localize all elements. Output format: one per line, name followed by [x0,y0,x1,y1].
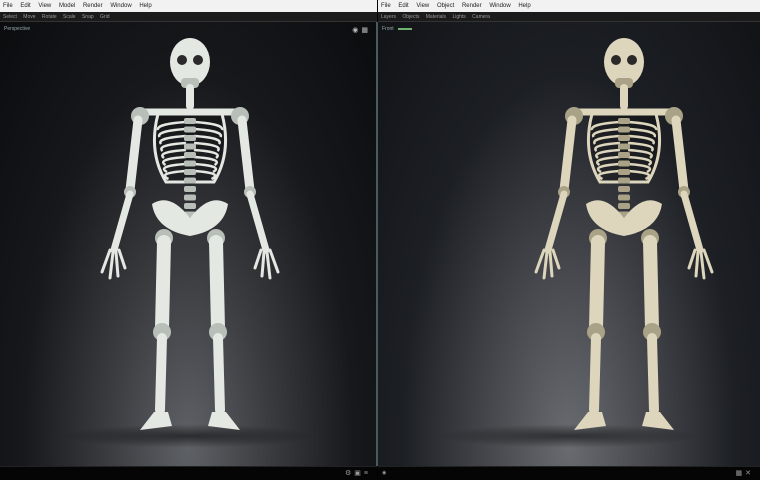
left-tool-scale[interactable]: Scale [63,14,76,20]
right-right-foot [642,412,674,430]
right-right-tibia [647,333,659,415]
right-menu-object[interactable]: Object [437,3,454,9]
right-tool-camera[interactable]: Camera [472,14,490,20]
right-info-icon[interactable]: ◉ [382,470,386,476]
right-menu-view[interactable]: View [416,3,429,9]
left-menu-help[interactable]: Help [139,3,151,9]
right-left-hand [534,248,561,280]
right-skeleton-model[interactable] [378,22,760,466]
right-menu-render[interactable]: Render [462,3,482,9]
left-vertebra-5 [184,160,196,167]
right-tool-objects[interactable]: Objects [402,14,419,20]
right-vertebra-3 [618,143,630,150]
right-left-eye-socket [611,55,621,65]
right-left-foot [574,412,606,430]
left-menu-icon[interactable]: ≡ [364,470,371,477]
left-vertebra-7 [184,177,196,184]
left-vertebra-0 [184,118,196,124]
left-app-window: File Edit View Model Render Window Help … [0,0,377,480]
left-menu-file[interactable]: File [3,3,13,9]
right-status-icons: ▦✕ [736,467,755,480]
left-right-eye-socket [193,55,203,65]
left-menu-window[interactable]: Window [110,3,131,9]
left-vertebra-2 [184,135,196,141]
right-vertebra-2 [618,135,630,141]
right-vertebra-4 [618,152,630,158]
right-menu-window[interactable]: Window [489,3,510,9]
left-tool-select[interactable]: Select [3,14,17,20]
right-menu-edit[interactable]: Edit [398,3,408,9]
left-vertebra-9 [184,194,196,201]
right-close-icon[interactable]: ✕ [745,470,754,477]
right-tool-lights[interactable]: Lights [452,14,465,20]
right-left-humerus [559,115,577,195]
left-status-icons: ⚙▣≡ [345,467,371,480]
left-vertebra-1 [184,126,196,133]
right-right-eye-socket [627,55,637,65]
right-vertebra-1 [618,126,630,133]
right-menu-help[interactable]: Help [518,3,530,9]
left-3d-viewport[interactable]: Perspective ◉▦ [0,22,377,466]
left-left-femur [155,235,171,335]
left-vertebra-10 [184,203,196,209]
right-grid-icon[interactable]: ▦ [736,470,746,477]
left-vertebra-4 [184,152,196,158]
right-right-hand [687,248,714,280]
left-left-forearm [110,190,134,254]
left-tool-rotate[interactable]: Rotate [42,14,57,20]
left-tool-grid[interactable]: Grid [100,14,109,20]
right-app-window: File Edit View Object Render Window Help… [378,0,760,480]
left-menu-view[interactable]: View [38,3,51,9]
left-right-foot [208,412,240,430]
right-vertebra-8 [618,186,630,192]
right-menu-file[interactable]: File [381,3,391,9]
right-vertebra-7 [618,177,630,184]
left-right-hand [253,248,280,280]
right-right-humerus [671,115,689,195]
left-menu-model[interactable]: Model [59,3,75,9]
right-left-tibia [589,333,601,415]
right-vertebra-9 [618,194,630,201]
left-tool-move[interactable]: Move [23,14,35,20]
right-3d-viewport[interactable]: Front [378,22,760,466]
left-left-foot [140,412,172,430]
right-menu-bar: File Edit View Object Render Window Help [378,0,760,12]
right-tool-materials[interactable]: Materials [426,14,446,20]
left-menu-render[interactable]: Render [83,3,103,9]
right-vertebra-6 [618,169,630,175]
left-right-forearm [246,190,270,254]
right-status-bar: ◉ ▦✕ [378,466,760,480]
right-toolbar: Layers Objects Materials Lights Camera [378,12,760,22]
left-toolbar: Select Move Rotate Scale Snap Grid [0,12,377,22]
left-layout-icon[interactable]: ▣ [354,470,364,477]
left-right-tibia [213,333,225,415]
left-tool-snap[interactable]: Snap [82,14,94,20]
right-left-femur [589,235,605,335]
left-right-humerus [237,115,255,195]
left-left-humerus [125,115,143,195]
left-vertebra-3 [184,143,196,150]
left-skeleton-model[interactable] [0,22,377,466]
right-left-forearm [544,190,568,254]
right-vertebra-0 [618,118,630,124]
left-vertebra-8 [184,186,196,192]
left-status-bar: ⚙▣≡ [0,466,377,480]
right-vertebra-10 [618,203,630,209]
left-settings-icon[interactable]: ⚙ [345,470,354,477]
left-right-femur [209,235,225,335]
right-vertebra-5 [618,160,630,167]
left-menu-edit[interactable]: Edit [20,3,30,9]
right-right-femur [643,235,659,335]
left-vertebra-6 [184,169,196,175]
left-left-eye-socket [177,55,187,65]
right-right-forearm [680,190,704,254]
left-left-tibia [155,333,167,415]
right-tool-layers[interactable]: Layers [381,14,396,20]
left-left-hand [100,248,127,280]
left-menu-bar: File Edit View Model Render Window Help [0,0,377,12]
